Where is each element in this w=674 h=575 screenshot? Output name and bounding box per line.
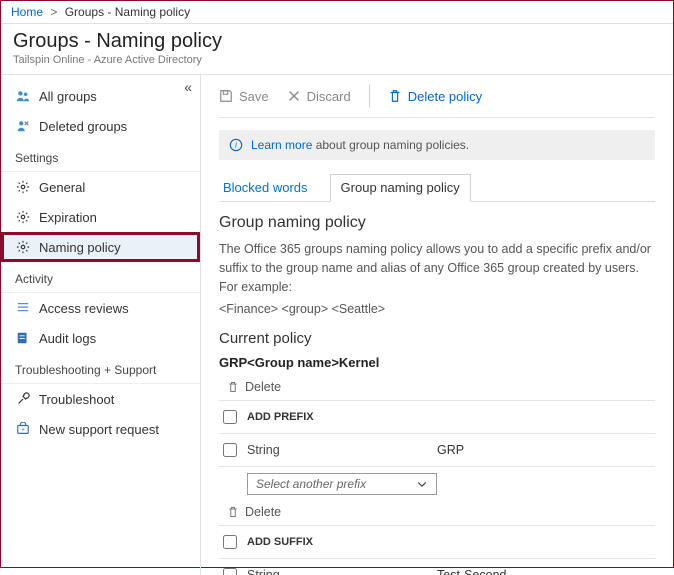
list-icon — [15, 300, 31, 316]
sidebar-item-general[interactable]: General — [1, 172, 200, 202]
sidebar-item-naming-policy[interactable]: Naming policy — [1, 232, 200, 262]
delete-label: Delete — [245, 505, 281, 519]
sidebar-item-label: Deleted groups — [39, 119, 127, 134]
sidebar-item-expiration[interactable]: Expiration — [1, 202, 200, 232]
add-prefix-header[interactable]: ADD PREFIX — [219, 405, 655, 429]
gear-icon — [15, 239, 31, 255]
discard-label: Discard — [307, 89, 351, 104]
sidebar-item-label: General — [39, 180, 85, 195]
info-learn-more-link[interactable]: Learn more — [251, 138, 312, 152]
prefix-type-label: String — [247, 443, 427, 457]
sidebar-item-label: Audit logs — [39, 331, 96, 346]
breadcrumb-home[interactable]: Home — [11, 5, 43, 19]
policy-description: The Office 365 groups naming policy allo… — [219, 240, 655, 296]
info-text: about group naming policies. — [312, 138, 469, 152]
support-icon: + — [15, 421, 31, 437]
prefix-row: String GRP — [219, 438, 655, 462]
sidebar-item-label: Troubleshoot — [39, 392, 114, 407]
tab-blocked-words[interactable]: Blocked words — [219, 174, 312, 201]
suffix-block: Delete ADD SUFFIX String Test-Second Sel… — [219, 505, 655, 575]
sidebar-item-label: Expiration — [39, 210, 97, 225]
add-suffix-header[interactable]: ADD SUFFIX — [219, 530, 655, 554]
add-suffix-checkbox[interactable] — [223, 535, 237, 549]
breadcrumb: Home > Groups - Naming policy — [1, 1, 673, 24]
prefix-row-checkbox[interactable] — [223, 443, 237, 457]
gear-icon — [15, 179, 31, 195]
save-icon — [219, 89, 233, 103]
page-title: Groups - Naming policy — [13, 30, 661, 53]
suffix-row: String Test-Second — [219, 563, 655, 575]
main-content: Save Discard Delete policy i Learn m — [201, 75, 673, 575]
discard-icon — [287, 89, 301, 103]
trash-icon — [227, 381, 239, 393]
users-icon — [15, 88, 31, 104]
current-policy-heading: Current policy — [219, 330, 655, 347]
sidebar-item-troubleshoot[interactable]: Troubleshoot — [1, 384, 200, 414]
page-subtitle: Tailspin Online - Azure Active Directory — [13, 54, 661, 66]
current-policy-value: GRP<Group name>Kernel — [219, 355, 655, 370]
toolbar: Save Discard Delete policy — [219, 85, 655, 118]
deleted-users-icon — [15, 118, 31, 134]
policy-example: <Finance> <group> <Seattle> — [219, 302, 655, 316]
prefix-value: GRP — [437, 443, 464, 457]
gear-icon — [15, 209, 31, 225]
prefix-select-placeholder: Select another prefix — [256, 477, 366, 491]
chevron-down-icon — [416, 478, 428, 490]
sidebar-item-deleted-groups[interactable]: Deleted groups — [1, 111, 200, 141]
delete-policy-label: Delete policy — [408, 89, 482, 104]
sidebar-section-settings: Settings — [1, 141, 200, 172]
svg-text:i: i — [235, 141, 237, 150]
sidebar-item-label: Access reviews — [39, 301, 129, 316]
sidebar-item-label: New support request — [39, 422, 159, 437]
sidebar-item-label: All groups — [39, 89, 97, 104]
section-heading: Group naming policy — [219, 214, 655, 232]
add-suffix-label: ADD SUFFIX — [247, 536, 313, 548]
prefix-select[interactable]: Select another prefix — [247, 473, 437, 495]
suffix-type-label: String — [247, 568, 427, 575]
chevron-right-icon: > — [50, 5, 57, 19]
tabs: Blocked words Group naming policy — [219, 174, 655, 202]
collapse-icon[interactable]: « — [184, 79, 192, 95]
save-button[interactable]: Save — [219, 89, 269, 104]
sidebar-item-audit-logs[interactable]: Audit logs — [1, 323, 200, 353]
toolbar-separator — [369, 85, 370, 107]
prefix-block: Delete ADD PREFIX String GRP Select anot… — [219, 380, 655, 495]
delete-policy-button[interactable]: Delete policy — [388, 89, 482, 104]
info-icon: i — [229, 138, 243, 152]
delete-suffix-button[interactable]: Delete — [227, 505, 655, 519]
add-prefix-checkbox[interactable] — [223, 410, 237, 424]
sidebar-item-label: Naming policy — [39, 240, 121, 255]
log-icon — [15, 330, 31, 346]
tab-group-naming-policy[interactable]: Group naming policy — [330, 174, 471, 202]
save-label: Save — [239, 89, 269, 104]
wrench-icon — [15, 391, 31, 407]
sidebar-section-trouble: Troubleshooting + Support — [1, 353, 200, 384]
info-bar: i Learn more about group naming policies… — [219, 130, 655, 160]
sidebar-section-activity: Activity — [1, 262, 200, 293]
suffix-row-checkbox[interactable] — [223, 568, 237, 575]
sidebar-item-new-support[interactable]: + New support request — [1, 414, 200, 444]
sidebar-item-access-reviews[interactable]: Access reviews — [1, 293, 200, 323]
suffix-value: Test-Second — [437, 568, 506, 575]
breadcrumb-current: Groups - Naming policy — [65, 5, 190, 19]
discard-button[interactable]: Discard — [287, 89, 351, 104]
delete-label: Delete — [245, 380, 281, 394]
sidebar: « All groups Deleted groups Settings Gen… — [1, 75, 201, 575]
add-prefix-label: ADD PREFIX — [247, 411, 314, 423]
page-header: Groups - Naming policy Tailspin Online -… — [1, 24, 673, 75]
svg-text:+: + — [21, 427, 25, 434]
sidebar-item-all-groups[interactable]: All groups — [1, 81, 200, 111]
trash-icon — [388, 89, 402, 103]
delete-prefix-button[interactable]: Delete — [227, 380, 655, 394]
trash-icon — [227, 506, 239, 518]
